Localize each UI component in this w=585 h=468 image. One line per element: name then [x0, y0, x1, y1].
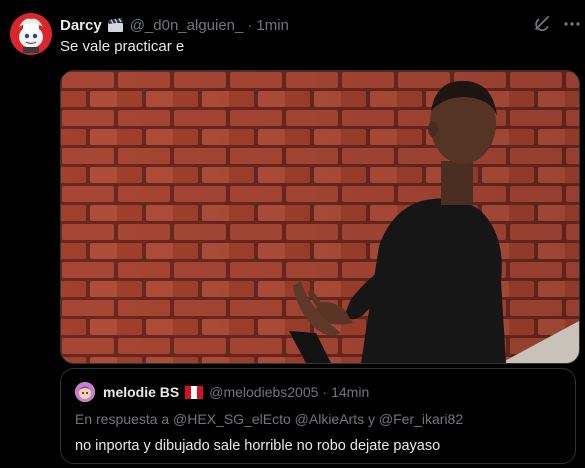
quoted-separator-dot: · — [322, 384, 328, 400]
avatar-character-icon — [10, 13, 52, 55]
tweet-media-image[interactable] — [60, 70, 580, 364]
tweet-card[interactable]: Darcy @_d0n_alguien_ · 1min Se vale prac… — [0, 0, 585, 468]
quoted-tweet-text: no inporta y dibujado sale horrible no r… — [75, 438, 441, 454]
quoted-tweet-header: melodie BS @melodiebs2005 · 14min — [103, 383, 369, 401]
more-options-icon[interactable] — [563, 14, 581, 39]
timestamp[interactable]: 1min — [256, 17, 289, 34]
reply-context[interactable]: En respuesta a @HEX_SG_elEcto @AlkieArts… — [75, 411, 463, 427]
grok-icon[interactable] — [532, 14, 552, 39]
user-handle[interactable]: @_d0n_alguien_ — [130, 17, 244, 34]
tweet-text: Se vale practicar e — [60, 38, 185, 55]
tweet-header: Darcy @_d0n_alguien_ · 1min — [60, 15, 289, 35]
quoted-avatar-icon — [75, 382, 95, 402]
quoted-tweet-card[interactable]: melodie BS @melodiebs2005 · 14min En res… — [60, 368, 576, 464]
peru-flag-icon — [185, 385, 204, 399]
quoted-display-name[interactable]: melodie BS — [103, 384, 179, 400]
separator-dot: · — [247, 16, 253, 34]
quoted-user-avatar[interactable] — [75, 382, 95, 402]
quoted-timestamp[interactable]: 14min — [331, 384, 369, 400]
display-name[interactable]: Darcy — [60, 17, 102, 34]
clapper-board-icon — [107, 17, 124, 33]
man-talking-to-brick-wall-photo — [61, 71, 579, 363]
quoted-user-handle[interactable]: @melodiebs2005 — [209, 384, 318, 400]
user-avatar[interactable] — [10, 13, 52, 55]
